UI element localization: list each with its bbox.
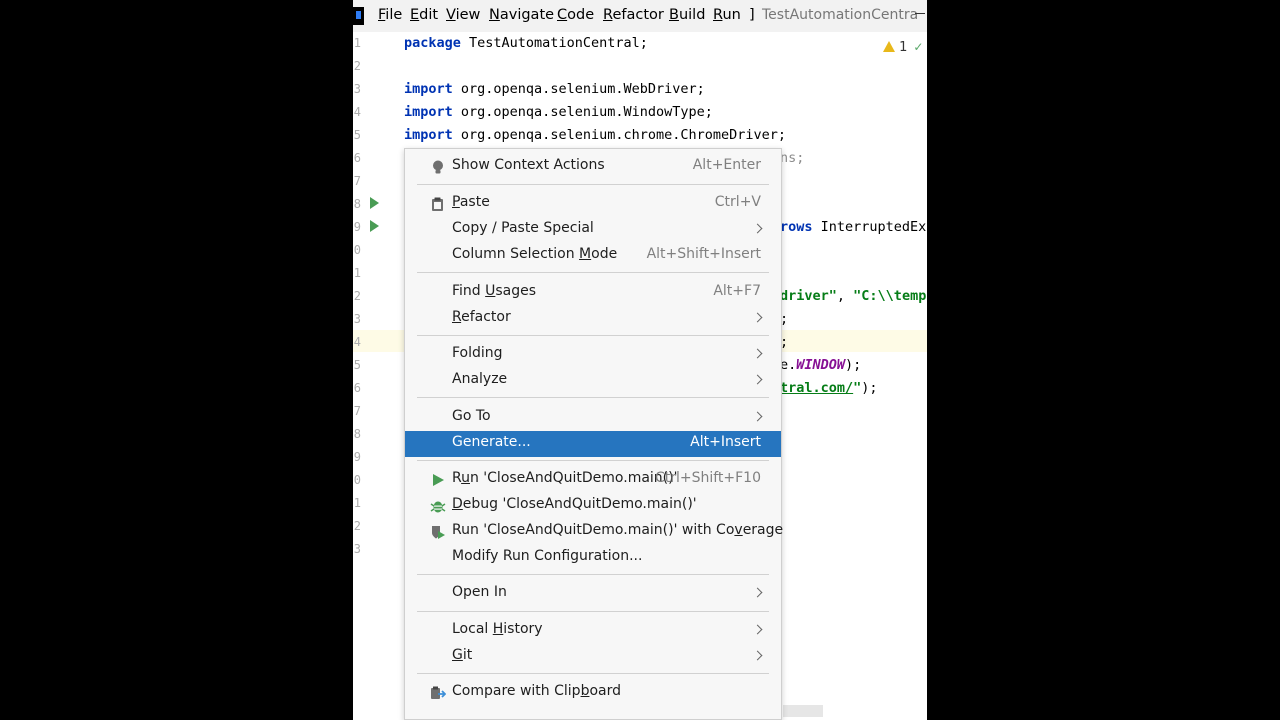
line-number: 7 <box>353 404 361 418</box>
menu-item-compare-with-clipboard[interactable]: Compare with Clipboard <box>405 680 781 706</box>
menu-code[interactable]: Code <box>557 7 594 23</box>
clipboard-icon <box>432 197 443 211</box>
line-number: 6 <box>353 381 361 395</box>
code-line-5: import org.openqa.selenium.chrome.Chrome… <box>404 127 787 143</box>
line-number: 5 <box>353 358 361 372</box>
line-number: 9 <box>353 450 361 464</box>
menu-item-analyze[interactable]: Analyze <box>405 368 781 394</box>
menu-item-run-with-coverage[interactable]: Run 'CloseAndQuitDemo.main()' with Cover… <box>405 519 783 545</box>
menu-view[interactable]: View <box>446 7 480 23</box>
submenu-chevron-icon <box>752 374 763 385</box>
menu-item-go-to[interactable]: Go To <box>405 405 781 431</box>
line-number: 3 <box>353 312 361 326</box>
separator <box>417 460 769 461</box>
submenu-chevron-icon <box>752 223 763 234</box>
code-line-6: ns; <box>780 150 805 166</box>
menu-item-paste[interactable]: Paste Ctrl+V <box>405 191 781 217</box>
separator <box>417 574 769 575</box>
code-line-1: package TestAutomationCentral; <box>404 35 648 51</box>
minimize-icon[interactable] <box>915 13 925 14</box>
line-number: 3 <box>353 82 361 96</box>
menu-item-find-usages[interactable]: Find Usages Alt+F7 <box>405 280 781 306</box>
menu-navigate[interactable]: Navigate <box>489 7 554 23</box>
code-line-9: rows InterruptedEx <box>780 219 927 235</box>
menu-item-column-selection-mode[interactable]: Column Selection Mode Alt+Shift+Insert <box>405 243 781 269</box>
line-number: 3 <box>353 542 361 556</box>
menu-item-run-main[interactable]: Run 'CloseAndQuitDemo.main()' Ctrl+Shift… <box>405 467 781 493</box>
line-number: 8 <box>353 197 361 211</box>
submenu-chevron-icon <box>752 411 763 422</box>
lightbulb-icon <box>433 160 443 174</box>
submenu-chevron-icon <box>752 650 763 661</box>
menu-item-generate[interactable]: Generate... Alt+Insert <box>405 431 781 457</box>
line-number: 7 <box>353 174 361 188</box>
submenu-chevron-icon <box>752 624 763 635</box>
window-title: TestAutomationCentra <box>762 7 919 23</box>
menu-item-refactor[interactable]: Refactor <box>405 306 781 332</box>
separator <box>417 272 769 273</box>
check-icon: ✓ <box>913 40 924 54</box>
run-main-icon[interactable] <box>370 220 379 232</box>
submenu-chevron-icon <box>752 587 763 598</box>
compare-clipboard-icon <box>431 686 446 699</box>
line-number: 2 <box>353 289 361 303</box>
debug-bug-icon <box>430 501 446 513</box>
line-number: 8 <box>353 427 361 441</box>
line-number: 1 <box>353 496 361 510</box>
line-number: 4 <box>353 105 361 119</box>
line-number: 1 <box>353 266 361 280</box>
menu-item-local-history[interactable]: Local History <box>405 618 781 644</box>
code-line-4: import org.openqa.selenium.WindowType; <box>404 104 713 120</box>
menu-edit[interactable]: Edit <box>410 7 438 23</box>
menu-bar: File Edit View Navigate Code Refactor Bu… <box>353 0 927 32</box>
menu-item-copy-paste-special[interactable]: Copy / Paste Special <box>405 217 781 243</box>
warning-icon <box>883 41 895 52</box>
menu-build[interactable]: Build <box>669 7 705 23</box>
menu-item-show-context-actions[interactable]: Show Context Actions Alt+Enter <box>405 154 781 180</box>
inspection-widget[interactable]: 1 ✓ <box>883 40 923 55</box>
menu-item-git[interactable]: Git <box>405 644 781 670</box>
menu-refactor[interactable]: Refactor <box>603 7 664 23</box>
run-class-icon[interactable] <box>370 197 379 209</box>
warning-count: 1 <box>899 40 908 55</box>
separator <box>417 611 769 612</box>
line-number: 4 <box>353 335 361 349</box>
separator <box>417 673 769 674</box>
coverage-shield-icon <box>432 526 445 539</box>
code-line-12: driver", "C:\\temp <box>780 288 927 304</box>
menu-item-folding[interactable]: Folding <box>405 342 781 368</box>
separator <box>417 335 769 336</box>
submenu-chevron-icon <box>752 348 763 359</box>
submenu-chevron-icon <box>752 312 763 323</box>
horizontal-scrollbar[interactable] <box>783 705 823 717</box>
menu-truncated[interactable]: ] <box>749 7 755 23</box>
code-line-15: e.WINDOW); <box>780 357 862 373</box>
separator <box>417 184 769 185</box>
line-number: 0 <box>353 473 361 487</box>
menu-item-modify-run-configuration[interactable]: Modify Run Configuration... <box>405 545 781 571</box>
line-number: 1 <box>353 36 361 50</box>
code-line-3: import org.openqa.selenium.WebDriver; <box>404 81 705 97</box>
separator <box>417 397 769 398</box>
line-number: 2 <box>353 59 361 73</box>
line-number: 6 <box>353 151 361 165</box>
menu-file[interactable]: File <box>378 7 402 23</box>
intellij-logo-icon <box>353 7 364 25</box>
line-number: 9 <box>353 220 361 234</box>
line-number: 0 <box>353 243 361 257</box>
menu-run[interactable]: Run <box>713 7 741 23</box>
line-number: 5 <box>353 128 361 142</box>
line-number: 2 <box>353 519 361 533</box>
editor-context-menu: Show Context Actions Alt+Enter Paste Ctr… <box>404 148 783 720</box>
run-icon <box>433 474 444 486</box>
menu-item-debug-main[interactable]: Debug 'CloseAndQuitDemo.main()' <box>405 493 781 519</box>
menu-item-open-in[interactable]: Open In <box>405 581 781 607</box>
code-line-16: tral.com/"); <box>780 380 878 396</box>
